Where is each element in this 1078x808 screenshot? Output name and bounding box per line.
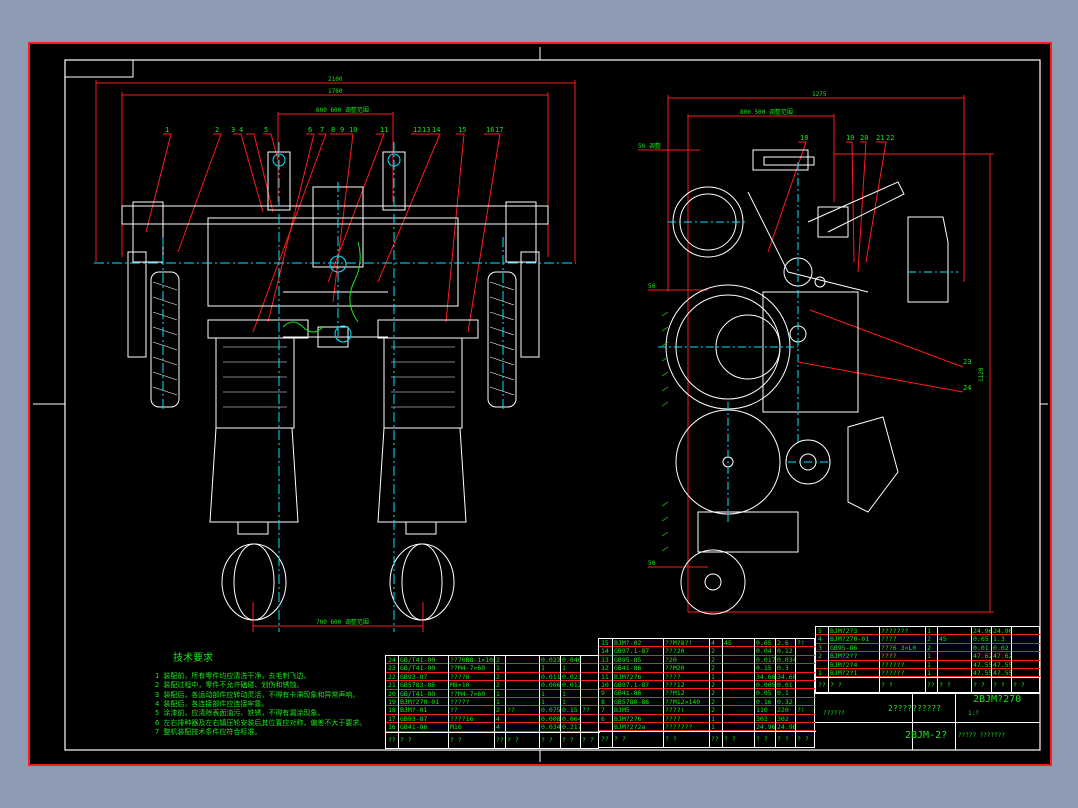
dim-side-vertical: 1120 [978, 367, 985, 382]
front_view-part-label: 6 [308, 126, 312, 134]
scale-value: 1:? [968, 710, 979, 717]
side_view-part-label: 24 [963, 384, 971, 392]
front_view-part-label: 11 [380, 126, 388, 134]
dim-row-spacing: 600 600 调整范围 [316, 106, 369, 114]
side_view-part-label: 19 [846, 134, 854, 142]
tech-requirement-item: 6 左右排种器及左右镇压轮安装后其位置应对称，偏差不大于要求。 [155, 718, 367, 727]
front_view-part-label: 3 [231, 126, 235, 134]
bom-header-cell: ?? [496, 735, 504, 744]
bom-table-right: 5 BJM?2?3??????? 1 24.96 24.96 4 BJM?270-01???… [815, 626, 1041, 694]
bom-header-cell: ? ? [614, 735, 626, 744]
bom-header-cell: ? ? [830, 681, 842, 690]
bom-table-left: 24 GB/T41-00 ??70B8-1×108 2 0.023 0.046 23 GB/T… [385, 655, 600, 749]
bom-header-cell: ? ? [993, 681, 1005, 690]
front_view-part-label: 16 [486, 126, 494, 134]
sheet-info: ????? ??????? [958, 732, 1005, 739]
bom-header-cell: ? ? [797, 735, 809, 744]
bom-header-cell: ? ? [507, 735, 519, 744]
tech-requirement-item: 3 装配后，各运动部件应转动灵活，不得有卡滞现象和异常声响。 [155, 690, 360, 699]
side-view: 1275 800 500 调整范围 50 调整 1120 50 50 18 19 2… [638, 91, 994, 615]
bom-header-cell: ? ? [973, 681, 985, 690]
side_view-part-label: 18 [800, 134, 808, 142]
front_view-part-label: 12 [413, 126, 421, 134]
bom-header-cell: ?? [601, 735, 609, 744]
front_view-part-label: 15 [458, 126, 466, 134]
dim-side-adjust: 800 500 调整范围 [740, 108, 793, 116]
bom-header-cell: ?? [388, 735, 396, 744]
bom-header-cell: ?? [818, 681, 826, 690]
corner-box [64, 59, 134, 78]
front_view-part-label: 14 [432, 126, 440, 134]
bom-header-cell: ? ? [777, 735, 789, 744]
bom-header-cell: ? ? [756, 735, 768, 744]
dim-side-b: 50 [648, 560, 656, 567]
bom-header-cell: ? ? [939, 681, 951, 690]
model-number: 2BJM-2? [905, 730, 948, 741]
bom-header-cell: ?? [711, 735, 719, 744]
drawing-number: 2BJM?270 [973, 694, 1022, 705]
tech-requirement-item: 4 装配后，各连接部件应连接牢靠。 [155, 699, 269, 708]
side_view-part-label: 21 [876, 134, 884, 142]
bom-header-cell: ? ? [450, 735, 462, 744]
front_view-part-label: 13 [422, 126, 430, 134]
company-name: ?????? [823, 710, 845, 717]
tech-requirement-item: 2 装配过程中，零件不允许磕碰、划伤和锈蚀。 [155, 681, 304, 690]
front_view-part-label: 7 [320, 126, 324, 134]
dim-frame-width: 1760 [328, 88, 343, 95]
bom-header-cell: ? ? [724, 735, 736, 744]
front-view: 2100 1760 600 600 调整范围 700 600 调整范围 1234… [94, 76, 576, 632]
bom-header-cell: ? ? [881, 681, 893, 690]
dim-side-a: 50 [648, 283, 656, 290]
bom-header-cell: ? ? [400, 735, 412, 744]
bom-header-cell: ? ? [1013, 681, 1025, 690]
tech-requirement-item: 7 整机装配技术条件应符合标准。 [155, 727, 262, 736]
dim-side-height: 50 调整 [638, 142, 661, 150]
bom-header-cell: ? ? [541, 735, 553, 744]
drawing-sheet: 2100 1760 600 600 调整范围 700 600 调整范围 1234… [28, 42, 1052, 766]
front_view-part-label: 1 [165, 126, 169, 134]
front_view-part-label: 10 [349, 126, 357, 134]
side_view-part-label: 22 [886, 134, 894, 142]
front_view-part-label: 2 [215, 126, 219, 134]
side_view-part-label: 20 [860, 134, 868, 142]
dim-side-length: 1275 [812, 91, 827, 98]
side_view-part-label: 23 [963, 358, 971, 366]
drawing-name: 2?????????? [888, 704, 941, 713]
front_view-part-label: 5 [264, 126, 268, 134]
bom-header-cell: ? ? [665, 735, 677, 744]
front_view-part-label: 4 [239, 126, 243, 134]
front_view-part-label: 17 [495, 126, 503, 134]
bom-table-middle: 15 BJM?-02 ??M?8?! 4 45 0.65 2.6?! 14 GB97.1-87?… [598, 638, 816, 749]
tech-requirements-title: 技术要求 [173, 653, 213, 664]
tech-requirement-item: 1 装配前，所有零件均应清洗干净，去毛刺飞边。 [155, 672, 311, 680]
dim-overall-width: 2100 [328, 76, 343, 83]
bom-header-cell: ? ? [562, 735, 574, 744]
bom-header-cell: ? ? [582, 735, 594, 744]
front_view-part-label: 9 [340, 126, 344, 134]
tech-requirement-item: 5 涂漆前，应清除表面油污、铁锈，不得有漏涂现象。 [155, 709, 325, 718]
dim-wheel-spacing: 700 600 调整范围 [316, 618, 369, 626]
bom-header-cell: ?? [927, 681, 935, 690]
front_view-part-label: 8 [331, 126, 335, 134]
